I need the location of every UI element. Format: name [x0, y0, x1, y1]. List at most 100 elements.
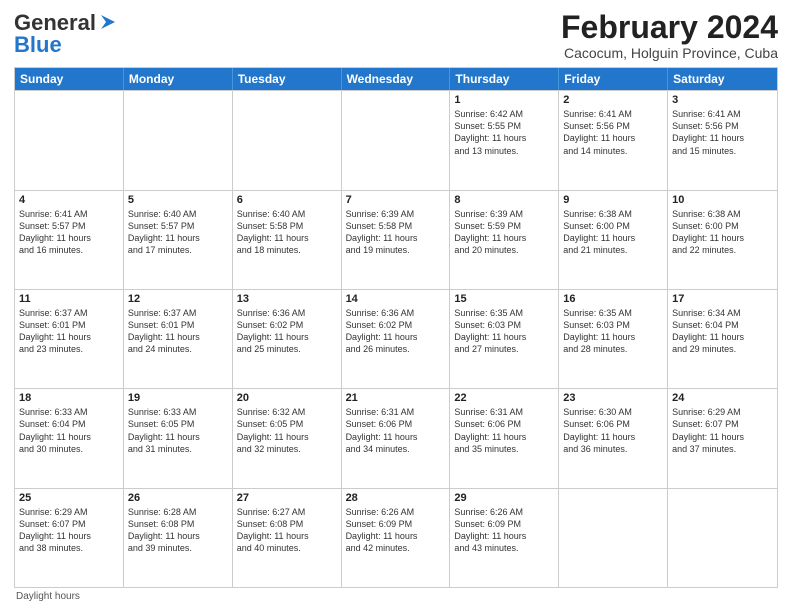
day-number: 18 [19, 392, 119, 404]
cell-info: Sunrise: 6:26 AM Sunset: 6:09 PM Dayligh… [346, 506, 446, 555]
calendar-row: 18Sunrise: 6:33 AM Sunset: 6:04 PM Dayli… [15, 388, 777, 487]
cell-info: Sunrise: 6:29 AM Sunset: 6:07 PM Dayligh… [672, 406, 773, 455]
cell-info: Sunrise: 6:38 AM Sunset: 6:00 PM Dayligh… [672, 208, 773, 257]
day-number: 14 [346, 293, 446, 305]
calendar-cell: 27 Sunrise: 6:27 AM Sunset: 6:08 PM Dayli… [233, 489, 342, 587]
page: General Blue February 2024 Cacocum, Holg… [0, 0, 792, 612]
cell-info: Sunrise: 6:28 AM Sunset: 6:08 PM Dayligh… [128, 506, 228, 555]
calendar-cell: 19 Sunrise: 6:33 AM Sunset: 6:05 PM Dayli… [124, 389, 233, 487]
calendar-cell: 10 Sunrise: 6:38 AM Sunset: 6:00 PM Dayli… [668, 191, 777, 289]
cell-info: Sunrise: 6:37 AM Sunset: 6:01 PM Dayligh… [19, 307, 119, 356]
day-number: 26 [128, 492, 228, 504]
calendar-cell [124, 91, 233, 189]
cell-info: Sunrise: 6:27 AM Sunset: 6:08 PM Dayligh… [237, 506, 337, 555]
day-number: 16 [563, 293, 663, 305]
cell-info: Sunrise: 6:34 AM Sunset: 6:04 PM Dayligh… [672, 307, 773, 356]
cell-info: Sunrise: 6:42 AM Sunset: 5:55 PM Dayligh… [454, 108, 554, 157]
logo-blue: Blue [14, 32, 62, 58]
cell-info: Sunrise: 6:41 AM Sunset: 5:56 PM Dayligh… [672, 108, 773, 157]
cell-info: Sunrise: 6:40 AM Sunset: 5:58 PM Dayligh… [237, 208, 337, 257]
title-block: February 2024 Cacocum, Holguin Province,… [561, 10, 778, 61]
calendar-cell: 23 Sunrise: 6:30 AM Sunset: 6:06 PM Dayli… [559, 389, 668, 487]
calendar-cell: 8Sunrise: 6:39 AM Sunset: 5:59 PM Daylig… [450, 191, 559, 289]
calendar-header: SundayMondayTuesdayWednesdayThursdayFrid… [15, 68, 777, 90]
calendar-cell [668, 489, 777, 587]
calendar-cell: 21 Sunrise: 6:31 AM Sunset: 6:06 PM Dayli… [342, 389, 451, 487]
day-number: 21 [346, 392, 446, 404]
calendar-cell: 1 Sunrise: 6:42 AM Sunset: 5:55 PM Daylig… [450, 91, 559, 189]
calendar-cell: 15 Sunrise: 6:35 AM Sunset: 6:03 PM Dayli… [450, 290, 559, 388]
day-number: 7 [346, 194, 446, 206]
calendar-cell: 18Sunrise: 6:33 AM Sunset: 6:04 PM Dayli… [15, 389, 124, 487]
calendar-row: 25 Sunrise: 6:29 AM Sunset: 6:07 PM Dayli… [15, 488, 777, 587]
weekday-header: Wednesday [342, 68, 451, 90]
cell-info: Sunrise: 6:29 AM Sunset: 6:07 PM Dayligh… [19, 506, 119, 555]
day-number: 6 [237, 194, 337, 206]
calendar-cell [15, 91, 124, 189]
calendar-cell: 24 Sunrise: 6:29 AM Sunset: 6:07 PM Dayli… [668, 389, 777, 487]
calendar-cell: 11Sunrise: 6:37 AM Sunset: 6:01 PM Dayli… [15, 290, 124, 388]
calendar-cell: 17Sunrise: 6:34 AM Sunset: 6:04 PM Dayli… [668, 290, 777, 388]
day-number: 1 [454, 94, 554, 106]
calendar-cell [559, 489, 668, 587]
cell-info: Sunrise: 6:41 AM Sunset: 5:57 PM Dayligh… [19, 208, 119, 257]
day-number: 13 [237, 293, 337, 305]
calendar-cell: 3 Sunrise: 6:41 AM Sunset: 5:56 PM Daylig… [668, 91, 777, 189]
cell-info: Sunrise: 6:38 AM Sunset: 6:00 PM Dayligh… [563, 208, 663, 257]
day-number: 23 [563, 392, 663, 404]
calendar-cell: 22Sunrise: 6:31 AM Sunset: 6:06 PM Dayli… [450, 389, 559, 487]
calendar-cell: 2 Sunrise: 6:41 AM Sunset: 5:56 PM Daylig… [559, 91, 668, 189]
calendar: SundayMondayTuesdayWednesdayThursdayFrid… [14, 67, 778, 588]
calendar-cell: 5 Sunrise: 6:40 AM Sunset: 5:57 PM Daylig… [124, 191, 233, 289]
cell-info: Sunrise: 6:37 AM Sunset: 6:01 PM Dayligh… [128, 307, 228, 356]
cell-info: Sunrise: 6:33 AM Sunset: 6:05 PM Dayligh… [128, 406, 228, 455]
cell-info: Sunrise: 6:31 AM Sunset: 6:06 PM Dayligh… [454, 406, 554, 455]
day-number: 4 [19, 194, 119, 206]
calendar-cell: 7 Sunrise: 6:39 AM Sunset: 5:58 PM Daylig… [342, 191, 451, 289]
cell-info: Sunrise: 6:26 AM Sunset: 6:09 PM Dayligh… [454, 506, 554, 555]
cell-info: Sunrise: 6:36 AM Sunset: 6:02 PM Dayligh… [237, 307, 337, 356]
logo: General Blue [14, 10, 119, 58]
cell-info: Sunrise: 6:35 AM Sunset: 6:03 PM Dayligh… [563, 307, 663, 356]
cell-info: Sunrise: 6:41 AM Sunset: 5:56 PM Dayligh… [563, 108, 663, 157]
calendar-cell: 26 Sunrise: 6:28 AM Sunset: 6:08 PM Dayli… [124, 489, 233, 587]
calendar-cell [233, 91, 342, 189]
calendar-cell: 20Sunrise: 6:32 AM Sunset: 6:05 PM Dayli… [233, 389, 342, 487]
day-number: 12 [128, 293, 228, 305]
day-number: 3 [672, 94, 773, 106]
day-number: 19 [128, 392, 228, 404]
weekday-header: Saturday [668, 68, 777, 90]
cell-info: Sunrise: 6:30 AM Sunset: 6:06 PM Dayligh… [563, 406, 663, 455]
cell-info: Sunrise: 6:31 AM Sunset: 6:06 PM Dayligh… [346, 406, 446, 455]
calendar-row: 11Sunrise: 6:37 AM Sunset: 6:01 PM Dayli… [15, 289, 777, 388]
cell-info: Sunrise: 6:36 AM Sunset: 6:02 PM Dayligh… [346, 307, 446, 356]
weekday-header: Thursday [450, 68, 559, 90]
cell-info: Sunrise: 6:39 AM Sunset: 5:58 PM Dayligh… [346, 208, 446, 257]
day-number: 27 [237, 492, 337, 504]
calendar-cell: 25 Sunrise: 6:29 AM Sunset: 6:07 PM Dayli… [15, 489, 124, 587]
day-number: 24 [672, 392, 773, 404]
header: General Blue February 2024 Cacocum, Holg… [14, 10, 778, 61]
logo-arrow-icon [97, 11, 119, 33]
cell-info: Sunrise: 6:35 AM Sunset: 6:03 PM Dayligh… [454, 307, 554, 356]
weekday-header: Tuesday [233, 68, 342, 90]
day-number: 2 [563, 94, 663, 106]
weekday-header: Friday [559, 68, 668, 90]
calendar-cell: 14 Sunrise: 6:36 AM Sunset: 6:02 PM Dayli… [342, 290, 451, 388]
calendar-subtitle: Cacocum, Holguin Province, Cuba [561, 45, 778, 61]
calendar-row: 4 Sunrise: 6:41 AM Sunset: 5:57 PM Daylig… [15, 190, 777, 289]
day-number: 29 [454, 492, 554, 504]
day-number: 25 [19, 492, 119, 504]
calendar-cell: 28Sunrise: 6:26 AM Sunset: 6:09 PM Dayli… [342, 489, 451, 587]
day-number: 15 [454, 293, 554, 305]
calendar-cell [342, 91, 451, 189]
day-number: 5 [128, 194, 228, 206]
day-number: 10 [672, 194, 773, 206]
calendar-body: 1 Sunrise: 6:42 AM Sunset: 5:55 PM Daylig… [15, 90, 777, 587]
footer-note: Daylight hours [14, 591, 778, 602]
calendar-cell: 4 Sunrise: 6:41 AM Sunset: 5:57 PM Daylig… [15, 191, 124, 289]
cell-info: Sunrise: 6:32 AM Sunset: 6:05 PM Dayligh… [237, 406, 337, 455]
cell-info: Sunrise: 6:40 AM Sunset: 5:57 PM Dayligh… [128, 208, 228, 257]
weekday-header: Sunday [15, 68, 124, 90]
calendar-row: 1 Sunrise: 6:42 AM Sunset: 5:55 PM Daylig… [15, 90, 777, 189]
